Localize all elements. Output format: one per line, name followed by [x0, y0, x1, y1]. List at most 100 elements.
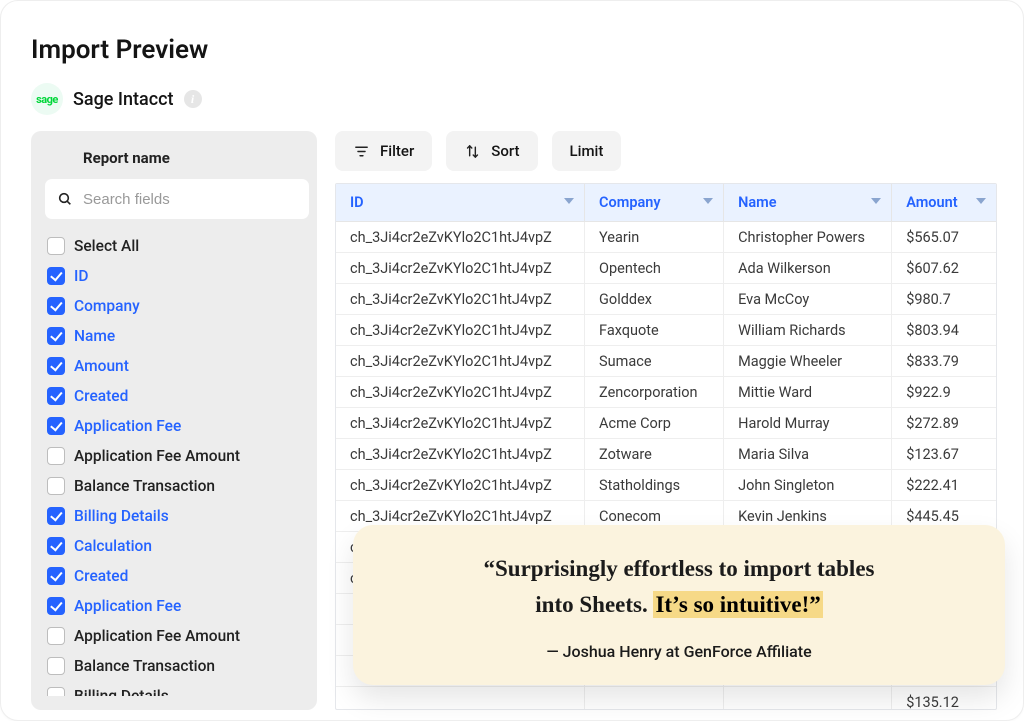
field-label: Application Fee: [74, 417, 181, 435]
column-header-id[interactable]: ID: [336, 184, 585, 222]
cell-amount: $980.7: [892, 284, 996, 315]
field-item[interactable]: Balance Transaction: [45, 651, 301, 681]
cell-name: Eva McCoy: [724, 284, 892, 315]
field-label: Balance Transaction: [74, 657, 215, 675]
cell-name: Maria Silva: [724, 439, 892, 470]
app-window: Import Preview sage Sage Intacct i Repor…: [0, 0, 1024, 721]
sort-button[interactable]: Sort: [446, 131, 537, 171]
table-row[interactable]: ch_3Ji4cr2eZvKYlo2C1htJ4vpZAcme CorpHaro…: [336, 408, 996, 439]
checkbox[interactable]: [47, 537, 65, 555]
field-item[interactable]: Created: [45, 381, 301, 411]
cell-name: Harold Murray: [724, 408, 892, 439]
table-row[interactable]: ch_3Ji4cr2eZvKYlo2C1htJ4vpZFaxquoteWilli…: [336, 315, 996, 346]
field-item[interactable]: ID: [45, 261, 301, 291]
checkbox[interactable]: [47, 657, 65, 675]
field-item[interactable]: Billing Details: [45, 501, 301, 531]
checkbox[interactable]: [47, 627, 65, 645]
field-item[interactable]: Balance Transaction: [45, 471, 301, 501]
table-row[interactable]: ch_3Ji4cr2eZvKYlo2C1htJ4vpZGolddexEva Mc…: [336, 284, 996, 315]
chevron-down-icon[interactable]: [976, 198, 986, 204]
cell-company: [585, 687, 724, 710]
cell-amount: $803.94: [892, 315, 996, 346]
col-label: Name: [738, 194, 776, 211]
checkbox[interactable]: [47, 507, 65, 525]
field-label: ID: [74, 267, 89, 285]
cell-company: Statholdings: [585, 470, 724, 501]
table-row[interactable]: ch_3Ji4cr2eZvKYlo2C1htJ4vpZStatholdingsJ…: [336, 470, 996, 501]
field-item[interactable]: Created: [45, 561, 301, 591]
field-item[interactable]: Calculation: [45, 531, 301, 561]
cell-id: ch_3Ji4cr2eZvKYlo2C1htJ4vpZ: [336, 470, 585, 501]
cell-company: Zotware: [585, 439, 724, 470]
table-head: ID Company Name Amount: [336, 184, 996, 222]
field-list[interactable]: Select AllIDCompanyNameAmountCreatedAppl…: [45, 231, 309, 696]
field-label: Amount: [74, 357, 129, 375]
checkbox[interactable]: [47, 387, 65, 405]
cell-amount: $222.41: [892, 470, 996, 501]
cell-id: ch_3Ji4cr2eZvKYlo2C1htJ4vpZ: [336, 346, 585, 377]
checkbox[interactable]: [47, 327, 65, 345]
column-header-company[interactable]: Company: [585, 184, 724, 222]
field-label: Balance Transaction: [74, 477, 215, 495]
checkbox[interactable]: [47, 237, 65, 255]
chevron-down-icon[interactable]: [871, 198, 881, 204]
testimonial-attribution: — Joshua Henry at GenForce Affiliate: [393, 642, 965, 661]
chevron-down-icon[interactable]: [703, 198, 713, 204]
field-item[interactable]: Application Fee Amount: [45, 621, 301, 651]
table-row[interactable]: ch_3Ji4cr2eZvKYlo2C1htJ4vpZSumaceMaggie …: [336, 346, 996, 377]
cell-name: John Singleton: [724, 470, 892, 501]
checkbox[interactable]: [47, 567, 65, 585]
field-item[interactable]: Application Fee Amount: [45, 441, 301, 471]
table-row[interactable]: ch_3Ji4cr2eZvKYlo2C1htJ4vpZZotwareMaria …: [336, 439, 996, 470]
cell-company: Faxquote: [585, 315, 724, 346]
cell-name: Maggie Wheeler: [724, 346, 892, 377]
table-row[interactable]: ch_3Ji4cr2eZvKYlo2C1htJ4vpZZencorporatio…: [336, 377, 996, 408]
field-item[interactable]: Application Fee: [45, 411, 301, 441]
toolbar: Filter Sort Limit: [335, 131, 997, 171]
info-icon[interactable]: i: [184, 90, 202, 108]
table-row[interactable]: $135.12: [336, 687, 996, 710]
chevron-down-icon[interactable]: [564, 198, 574, 204]
cell-amount: $272.89: [892, 408, 996, 439]
field-label: Application Fee Amount: [74, 627, 240, 645]
checkbox[interactable]: [47, 297, 65, 315]
cell-amount: $135.12: [892, 687, 996, 710]
field-item[interactable]: Name: [45, 321, 301, 351]
cell-name: William Richards: [724, 315, 892, 346]
limit-button[interactable]: Limit: [552, 131, 622, 171]
cell-amount: $565.07: [892, 222, 996, 253]
field-item[interactable]: Amount: [45, 351, 301, 381]
field-item[interactable]: Select All: [45, 231, 301, 261]
checkbox[interactable]: [47, 357, 65, 375]
col-label: Amount: [906, 194, 957, 211]
search-input[interactable]: [81, 190, 297, 209]
limit-label: Limit: [570, 142, 604, 160]
checkbox[interactable]: [47, 477, 65, 495]
column-header-name[interactable]: Name: [724, 184, 892, 222]
checkbox[interactable]: [47, 687, 65, 696]
column-header-amount[interactable]: Amount: [892, 184, 996, 222]
connector-row: sage Sage Intacct i: [31, 83, 997, 115]
filter-icon: [353, 143, 370, 160]
cell-id: ch_3Ji4cr2eZvKYlo2C1htJ4vpZ: [336, 315, 585, 346]
cell-amount: $922.9: [892, 377, 996, 408]
quote-line1: “Surprisingly effortless to import table…: [484, 556, 875, 581]
field-item[interactable]: Company: [45, 291, 301, 321]
filter-button[interactable]: Filter: [335, 131, 432, 171]
filter-label: Filter: [380, 142, 414, 160]
search-field[interactable]: [45, 179, 309, 219]
cell-company: Opentech: [585, 253, 724, 284]
table-row[interactable]: ch_3Ji4cr2eZvKYlo2C1htJ4vpZOpentechAda W…: [336, 253, 996, 284]
checkbox[interactable]: [47, 417, 65, 435]
checkbox[interactable]: [47, 447, 65, 465]
sort-icon: [464, 143, 481, 160]
checkbox[interactable]: [47, 267, 65, 285]
sort-label: Sort: [491, 142, 519, 160]
table-row[interactable]: ch_3Ji4cr2eZvKYlo2C1htJ4vpZYearinChristo…: [336, 222, 996, 253]
col-label: Company: [599, 194, 661, 211]
field-item[interactable]: Billing Details: [45, 681, 301, 696]
cell-id: ch_3Ji4cr2eZvKYlo2C1htJ4vpZ: [336, 222, 585, 253]
search-icon: [57, 191, 73, 207]
field-item[interactable]: Application Fee: [45, 591, 301, 621]
checkbox[interactable]: [47, 597, 65, 615]
